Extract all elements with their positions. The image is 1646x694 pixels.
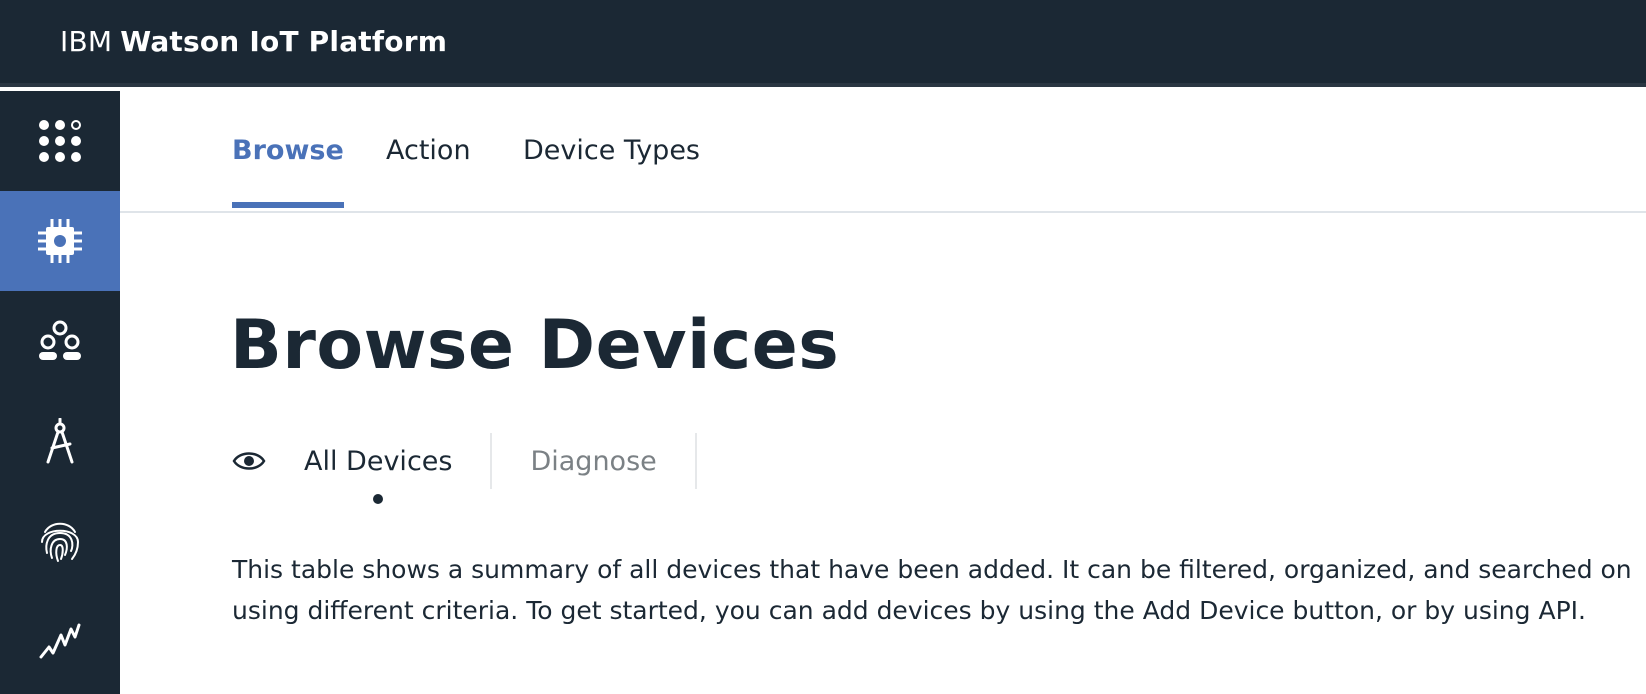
brand-prefix: IBM: [60, 25, 113, 58]
view-all-devices-label: All Devices: [304, 445, 453, 477]
app-grid-icon: [39, 120, 81, 162]
main-content: Browse Action Device Types Browse Device…: [120, 91, 1646, 694]
divider: [490, 433, 493, 489]
members-icon: [39, 320, 81, 360]
tab-bar: Browse Action Device Types: [120, 91, 1646, 213]
eye-icon: [232, 452, 266, 470]
tab-action[interactable]: Action: [386, 135, 471, 202]
brand-logo[interactable]: IBM Watson IoT Platform: [60, 25, 447, 58]
page-description: This table shows a summary of all device…: [232, 555, 1632, 625]
tab-device-types[interactable]: Device Types: [523, 135, 700, 202]
sidebar-item-security[interactable]: [0, 491, 120, 591]
fingerprint-icon: [41, 522, 80, 562]
sidebar-item-members[interactable]: [0, 291, 120, 391]
brand-name: Watson IoT Platform: [120, 25, 448, 58]
top-header: IBM Watson IoT Platform: [0, 0, 1646, 87]
sidebar: [0, 91, 120, 694]
activity-icon: [39, 623, 81, 659]
compass-icon: [46, 418, 74, 464]
sidebar-item-rules[interactable]: [0, 391, 120, 491]
chip-icon: [38, 219, 82, 263]
active-indicator-dot: [373, 493, 384, 504]
page-title: Browse Devices: [230, 306, 840, 385]
tab-browse[interactable]: Browse: [232, 135, 344, 208]
divider: [694, 433, 697, 489]
sidebar-item-devices[interactable]: [0, 191, 120, 291]
view-diagnose[interactable]: Diagnose: [530, 434, 656, 489]
view-switcher: All Devices Diagnose: [232, 431, 735, 504]
view-all-devices[interactable]: All Devices: [304, 434, 453, 504]
sidebar-item-usage[interactable]: [0, 591, 120, 691]
sidebar-item-apps[interactable]: [0, 91, 120, 191]
